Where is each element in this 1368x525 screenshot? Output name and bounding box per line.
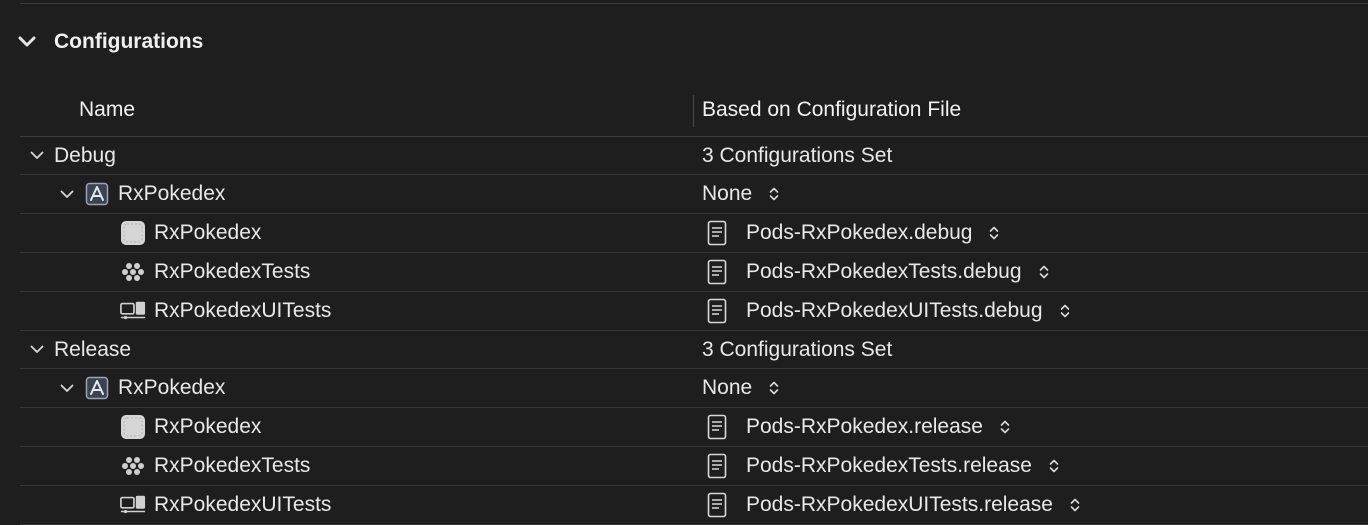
chevron-up-down-icon[interactable]	[988, 225, 1000, 241]
popup-value: Pods-RxPokedexUITests.debug	[746, 299, 1043, 322]
popup-value: None	[702, 376, 753, 399]
column-header-name[interactable]: Name	[79, 98, 135, 122]
target-row[interactable]: RxPokedex Pods-RxPokedex.debug	[20, 214, 1368, 253]
unit-test-target-icon	[120, 453, 146, 479]
project-row[interactable]: RxPokedex None	[20, 369, 1368, 408]
popup-value: Pods-RxPokedexTests.release	[746, 454, 1032, 477]
target-name: RxPokedexTests	[154, 260, 311, 283]
configuration-name: Release	[54, 337, 132, 361]
app-target-icon	[120, 414, 146, 440]
unit-test-target-icon	[120, 259, 146, 285]
popup-value: Pods-RxPokedex.release	[746, 415, 983, 438]
xcconfig-file-icon	[706, 414, 728, 440]
configuration-row-debug[interactable]: Debug 3 Configurations Set	[20, 137, 1368, 175]
popup-value: Pods-RxPokedexUITests.release	[746, 493, 1053, 516]
project-icon	[84, 181, 110, 207]
target-row[interactable]: RxPokedexUITests Pods-RxPokedexUITests.r…	[20, 486, 1368, 525]
xcconfig-file-icon	[706, 220, 728, 246]
base-config-popup[interactable]: None	[702, 175, 780, 213]
chevron-up-down-icon[interactable]	[1069, 497, 1081, 513]
configuration-summary: 3 Configurations Set	[702, 337, 893, 361]
base-config-popup[interactable]: Pods-RxPokedexTests.debug	[702, 253, 1050, 291]
configuration-name: Debug	[54, 143, 116, 167]
base-config-popup[interactable]: Pods-RxPokedex.debug	[702, 214, 1000, 252]
table-header: Name Based on Configuration File	[20, 90, 1368, 137]
chevron-up-down-icon[interactable]	[1059, 303, 1071, 319]
popup-value: Pods-RxPokedex.debug	[746, 221, 973, 244]
popup-value: Pods-RxPokedexTests.debug	[746, 260, 1022, 283]
target-name: RxPokedex	[154, 415, 262, 438]
base-config-popup[interactable]: None	[702, 369, 780, 407]
chevron-up-down-icon[interactable]	[768, 380, 780, 396]
popup-value: None	[702, 182, 753, 205]
ui-test-target-icon	[120, 492, 146, 518]
chevron-up-down-icon[interactable]	[999, 419, 1011, 435]
section-title: Configurations	[54, 30, 204, 53]
disclosure-chevron-down-icon[interactable]	[56, 183, 78, 205]
chevron-up-down-icon[interactable]	[1048, 458, 1060, 474]
xcconfig-file-icon	[706, 259, 728, 285]
chevron-up-down-icon[interactable]	[1038, 264, 1050, 280]
chevron-up-down-icon[interactable]	[768, 186, 780, 202]
base-config-popup[interactable]: Pods-RxPokedex.release	[702, 408, 1011, 446]
top-divider	[20, 3, 1368, 4]
project-name: RxPokedex	[118, 376, 226, 399]
target-row[interactable]: RxPokedexTests Pods-RxPokedexTests.relea…	[20, 447, 1368, 486]
chevron-down-icon[interactable]	[14, 29, 40, 55]
base-config-popup[interactable]: Pods-RxPokedexUITests.debug	[702, 292, 1071, 330]
configuration-row-release[interactable]: Release 3 Configurations Set	[20, 331, 1368, 369]
target-row[interactable]: RxPokedexUITests Pods-RxPokedexUITests.d…	[20, 292, 1368, 331]
configuration-summary: 3 Configurations Set	[702, 143, 893, 167]
target-name: RxPokedex	[154, 221, 262, 244]
column-divider[interactable]	[693, 95, 694, 127]
project-name: RxPokedex	[118, 182, 226, 205]
base-config-popup[interactable]: Pods-RxPokedexTests.release	[702, 447, 1060, 485]
column-header-configuration-file[interactable]: Based on Configuration File	[702, 98, 961, 122]
target-name: RxPokedexUITests	[154, 493, 332, 516]
disclosure-chevron-down-icon[interactable]	[26, 145, 48, 167]
disclosure-chevron-down-icon[interactable]	[26, 339, 48, 361]
target-name: RxPokedexTests	[154, 454, 311, 477]
configurations-section-header[interactable]: Configurations	[14, 26, 203, 58]
configurations-table: Debug 3 Configurations Set RxPokedex Non…	[20, 137, 1368, 525]
target-row[interactable]: RxPokedexTests Pods-RxPokedexTests.debug	[20, 253, 1368, 292]
base-config-popup[interactable]: Pods-RxPokedexUITests.release	[702, 486, 1081, 524]
ui-test-target-icon	[120, 298, 146, 324]
target-name: RxPokedexUITests	[154, 299, 332, 322]
xcconfig-file-icon	[706, 298, 728, 324]
xcconfig-file-icon	[706, 453, 728, 479]
project-row[interactable]: RxPokedex None	[20, 175, 1368, 214]
target-row[interactable]: RxPokedex Pods-RxPokedex.release	[20, 408, 1368, 447]
project-icon	[84, 375, 110, 401]
xcconfig-file-icon	[706, 492, 728, 518]
disclosure-chevron-down-icon[interactable]	[56, 377, 78, 399]
app-target-icon	[120, 220, 146, 246]
